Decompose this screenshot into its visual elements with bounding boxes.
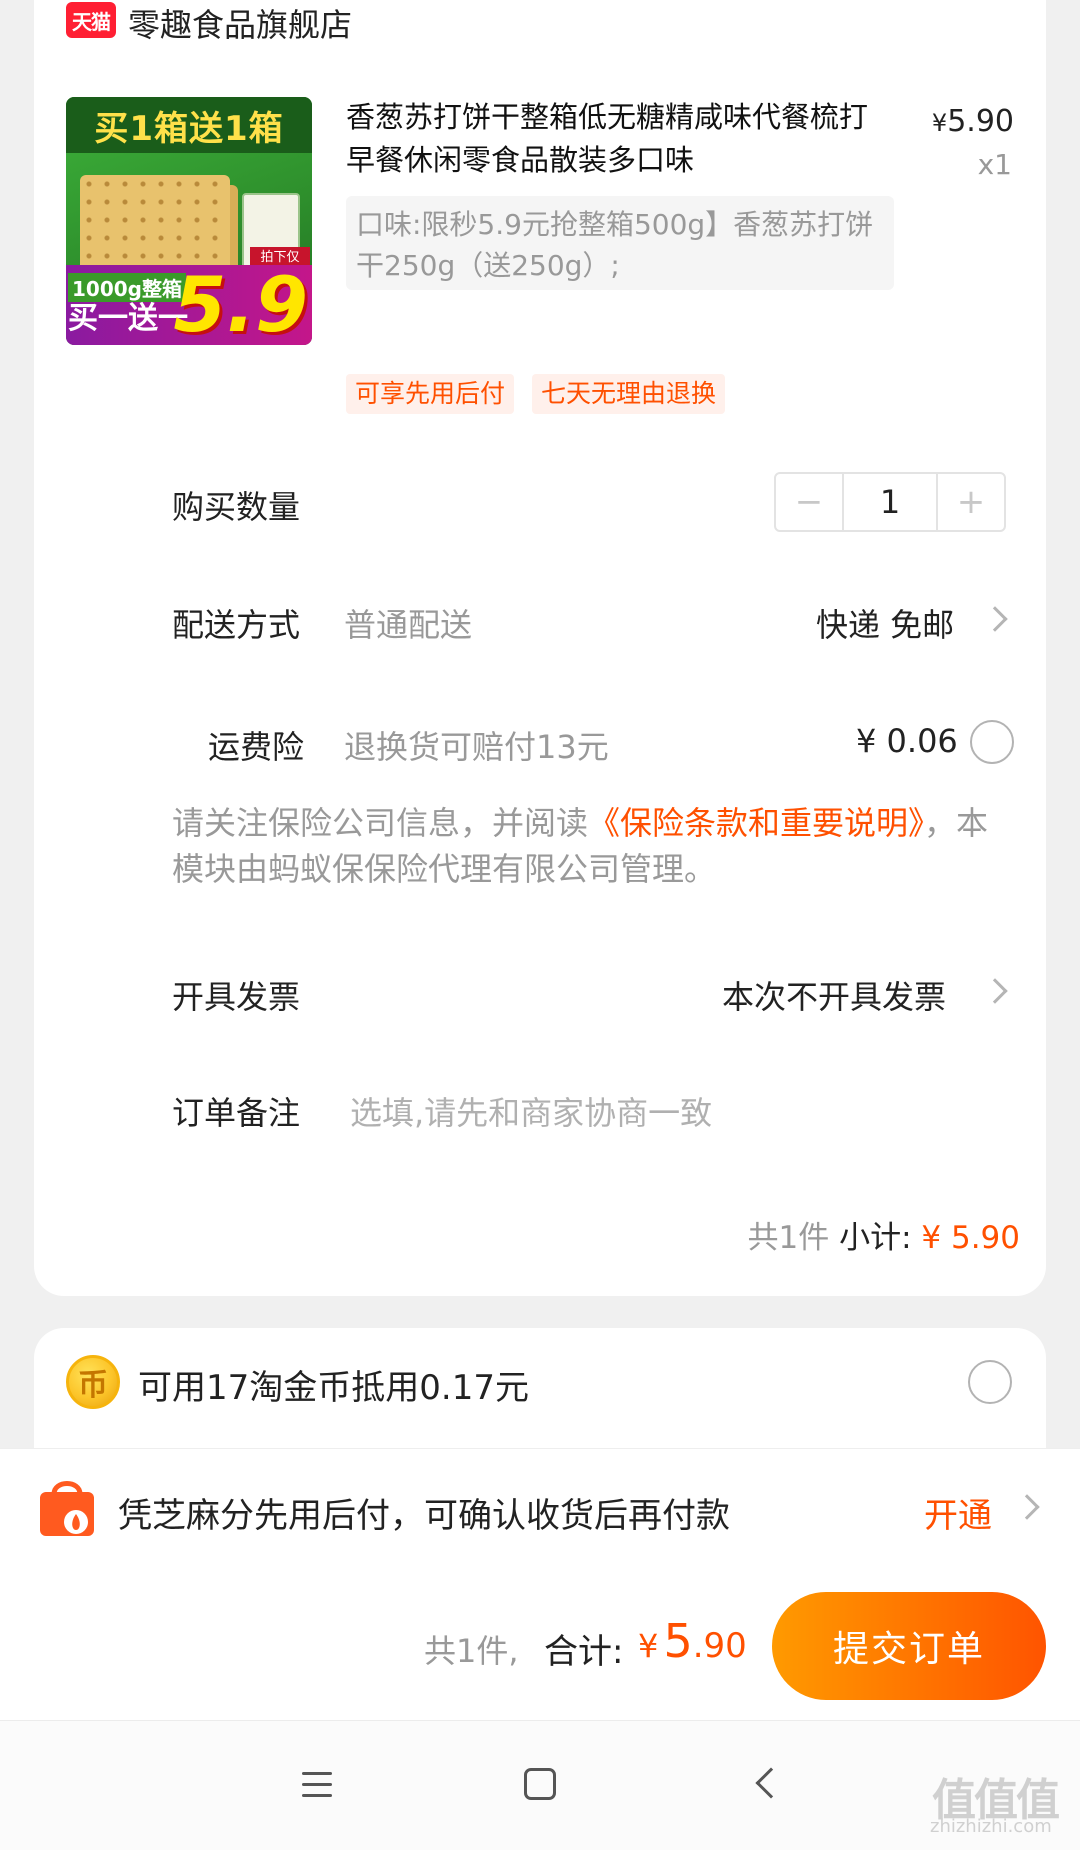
product-spec[interactable]: 口味:限秒5.9元抢整箱500g】香葱苏打饼干250g（送250g）;: [346, 196, 894, 290]
delivery-label: 配送方式: [172, 606, 301, 644]
total-price-symbol: ¥: [638, 1627, 659, 1665]
total-price-decimal: .90: [692, 1626, 747, 1666]
coins-text: 可用17淘金币抵用0.17元: [138, 1368, 529, 1408]
total-price-integer: 5: [663, 1614, 693, 1668]
quantity-plus-button[interactable]: +: [938, 474, 1004, 530]
coins-radio[interactable]: [968, 1360, 1012, 1404]
product-image[interactable]: 买1箱送1箱 拍下仅 1000g整箱 买一送一 5.9: [66, 97, 312, 345]
store-name[interactable]: 零趣食品旗舰店: [128, 0, 352, 46]
quantity-stepper: − 1 +: [774, 472, 1006, 532]
invoice-label: 开具发票: [172, 978, 301, 1016]
product-image-headline: 买1箱送1箱: [94, 108, 284, 149]
tag-pay-later: 可享先用后付: [346, 374, 515, 414]
insurance-description: 退换货可赔付13元: [344, 728, 609, 766]
delivery-method: 普通配送: [344, 606, 473, 644]
subtotal: 共1件 小计: ¥ 5.90: [747, 1212, 1020, 1257]
product-title[interactable]: 香葱苏打饼干整箱低无糖精咸味代餐梳打早餐休闲零食品散装多口味: [346, 96, 886, 182]
insurance-price: ¥ 0.06: [856, 722, 958, 760]
product-price-value: 5.90: [947, 104, 1014, 139]
quantity-input[interactable]: 1: [842, 474, 938, 530]
delivery-value[interactable]: 快递 免邮: [816, 600, 954, 646]
quantity-label: 购买数量: [172, 488, 301, 526]
total-label: 合计:: [544, 1632, 624, 1672]
tag-seven-day-return: 七天无理由退换: [532, 374, 726, 414]
product-image-promo: 买一送一: [68, 301, 188, 336]
subtotal-price: ¥ 5.90: [921, 1220, 1020, 1256]
product-quantity: x1: [977, 148, 1012, 181]
insurance-terms-link[interactable]: 《保险条款和重要说明》: [588, 804, 924, 842]
pay-later-open-button[interactable]: 开通: [924, 1488, 992, 1537]
remark-label: 订单备注: [172, 1094, 301, 1132]
insurance-notice-text: 请关注保险公司信息，并阅读: [172, 804, 589, 842]
submit-order-button[interactable]: 提交订单: [772, 1592, 1046, 1700]
quantity-minus-button[interactable]: −: [776, 474, 842, 530]
home-icon[interactable]: [524, 1768, 556, 1800]
product-price-symbol: ¥: [931, 109, 948, 137]
watermark-url: zhizhizhi.com: [930, 1816, 1052, 1837]
product-price: ¥5.90: [932, 104, 1014, 139]
total-price: ¥ 5.90: [638, 1614, 747, 1668]
insurance-notice: 请关注保险公司信息，并阅读《保险条款和重要说明》，本模块由蚂蚁保保险代理有限公司…: [172, 800, 1012, 892]
shopping-bag-icon: [40, 1481, 94, 1536]
taobao-coin-icon: 币: [66, 1355, 120, 1409]
subtotal-count: 共1件: [747, 1220, 830, 1256]
tmall-logo-icon: 天猫: [66, 2, 116, 38]
product-image-price: 5.9: [173, 260, 308, 345]
invoice-value[interactable]: 本次不开具发票: [722, 972, 946, 1018]
total-count: 共1件,: [424, 1632, 519, 1670]
insurance-label: 运费险: [208, 728, 305, 766]
insurance-radio[interactable]: [970, 720, 1014, 764]
subtotal-label: 小计:: [839, 1220, 912, 1256]
pay-later-text: 凭芝麻分先用后付，可确认收货后再付款: [118, 1496, 730, 1536]
menu-icon[interactable]: [302, 1772, 332, 1798]
remark-input[interactable]: 选填,请先和商家协商一致: [350, 1088, 712, 1134]
